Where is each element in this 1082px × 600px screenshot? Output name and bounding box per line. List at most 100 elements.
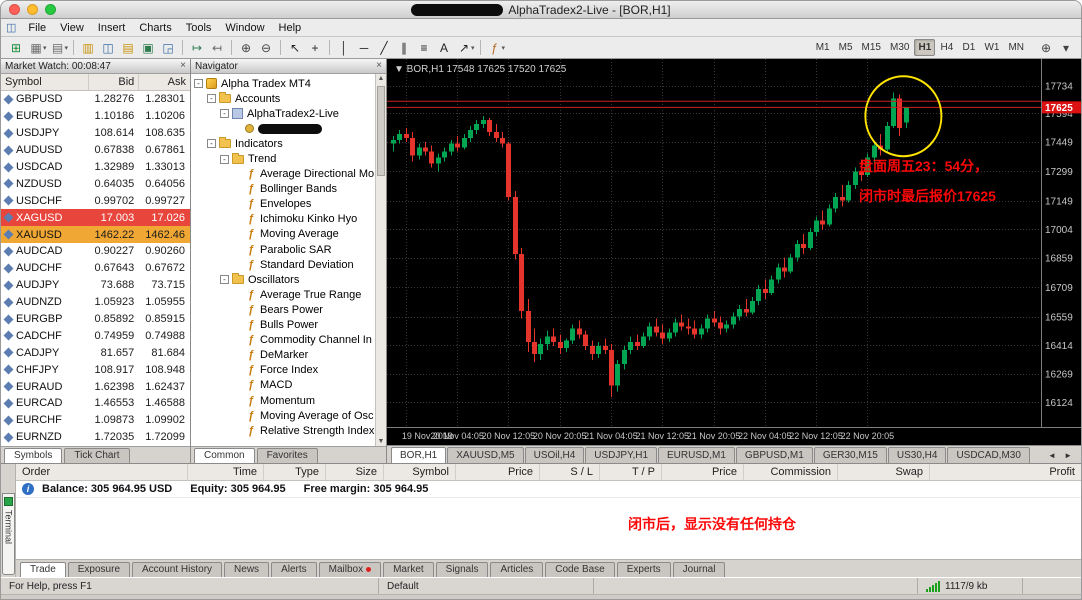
terminal-tab-trade[interactable]: Trade [20,562,66,577]
chart-tab-us30-h4[interactable]: US30,H4 [888,447,947,463]
equidistant-channel-icon[interactable]: ∥ [394,39,414,57]
zoom-in-icon[interactable]: ⊕ [236,39,256,57]
scroll-up-icon[interactable]: ▲ [376,75,386,82]
market-watch-tab-symbols[interactable]: Symbols [4,448,62,463]
zoom-out-icon[interactable]: ⊖ [256,39,276,57]
time-axis[interactable]: 19 Nov 201920 Nov 04:0520 Nov 12:0520 No… [402,431,894,441]
column-symbol[interactable]: Symbol [1,74,89,90]
navigator-icon[interactable]: ▤ [118,39,138,57]
navigator-tree-item[interactable]: -Alpha Tradex MT4 [191,76,386,91]
terminal-tab-journal[interactable]: Journal [673,562,726,577]
terminal-tab-signals[interactable]: Signals [436,562,489,577]
navigator-tree-item[interactable]: ƒRelative Strength Index [191,423,386,438]
terminal-tab-exposure[interactable]: Exposure [68,562,130,577]
market-watch-row[interactable]: AUDCHF0.676430.67672 [1,260,190,277]
navigator-tree-item[interactable]: -Trend [191,151,386,166]
chart-shift-icon[interactable]: ↤ [207,39,227,57]
navigator-tree-item[interactable]: ƒAverage Directional Mo [191,167,386,182]
menu-help[interactable]: Help [272,21,309,35]
market-watch-row[interactable]: USDCHF0.997020.99727 [1,192,190,209]
market-watch-row[interactable]: CADJPY81.65781.684 [1,344,190,361]
navigator-scrollbar[interactable]: ▲ ▼ [375,74,386,446]
terminal-column-size-3[interactable]: Size [326,464,384,480]
terminal-column-price-8[interactable]: Price [662,464,744,480]
terminal-column-symbol-4[interactable]: Symbol [384,464,456,480]
minimize-window-button[interactable] [27,4,38,15]
terminal-column-price-5[interactable]: Price [456,464,540,480]
terminal-tab-market[interactable]: Market [383,562,434,577]
navigator-header[interactable]: Navigator × [191,59,386,74]
terminal-column-commission-9[interactable]: Commission [744,464,838,480]
new-order-icon[interactable]: ⊞ [6,39,26,57]
navigator-tree-item[interactable]: ƒBollinger Bands [191,182,386,197]
market-watch-row[interactable]: CADCHF0.749590.74988 [1,327,190,344]
terminal-tab-articles[interactable]: Articles [490,562,543,577]
market-watch-row[interactable]: EURAUD1.623981.62437 [1,378,190,395]
timeframe-d1[interactable]: D1 [958,39,979,56]
market-watch-row[interactable]: XAGUSD17.00317.026 [1,209,190,226]
chart-tab-bor-h1[interactable]: BOR,H1 [391,447,446,463]
menu-window[interactable]: Window [218,21,271,35]
menu-file[interactable]: File [21,21,53,35]
terminal-column-t-p-7[interactable]: T / P [600,464,662,480]
chart-window-icon[interactable]: ◫ [6,21,16,34]
market-watch-row[interactable]: AUDCAD0.902270.90260 [1,243,190,260]
chart-tab-scroll-arrows[interactable]: ◄ ► [1048,451,1081,463]
navigator-tree-item[interactable]: ƒForce Index [191,363,386,378]
timeframe-h1[interactable]: H1 [914,39,935,56]
terminal-tab-mailbox[interactable]: Mailbox [319,562,381,577]
expand-toggle-icon[interactable]: - [207,139,216,148]
market-watch-row[interactable]: GBPUSD1.282761.28301 [1,91,190,108]
market-watch-tab-tick-chart[interactable]: Tick Chart [64,448,129,463]
timeframe-mn[interactable]: MN [1004,39,1028,56]
zoom-window-button[interactable] [45,4,56,15]
menu-tools[interactable]: Tools [179,21,219,35]
status-profile[interactable]: Default [379,578,594,594]
column-ask[interactable]: Ask [139,74,190,90]
strategy-tester-icon[interactable]: ◲ [158,39,178,57]
navigator-tree-item[interactable]: ƒParabolic SAR [191,242,386,257]
market-watch-row[interactable]: EURUSD1.101861.10206 [1,108,190,125]
crosshair-icon[interactable]: + [305,39,325,57]
price-chart[interactable]: 1773417594174491729917149170041685916709… [387,59,1082,445]
timeframe-h4[interactable]: H4 [936,39,957,56]
market-watch-row[interactable]: AUDJPY73.68873.715 [1,277,190,294]
market-watch-row[interactable]: EURCHF1.098731.09902 [1,412,190,429]
expand-toggle-icon[interactable]: - [207,94,216,103]
navigator-tree-item[interactable]: ƒMACD [191,378,386,393]
chart-tab-usdjpy-h1[interactable]: USDJPY,H1 [585,447,657,463]
navigator-tree-item[interactable]: -Oscillators [191,272,386,287]
dropdown-caret-icon[interactable]: ▾ [65,44,69,52]
timeframe-m30[interactable]: M30 [886,39,913,56]
dropdown-caret-icon[interactable]: ▾ [502,44,506,52]
expand-toggle-icon[interactable]: - [220,109,229,118]
chart-tab-eurusd-m1[interactable]: EURUSD,M1 [658,447,735,463]
timeframe-w1[interactable]: W1 [980,39,1003,56]
menu-insert[interactable]: Insert [91,21,133,35]
market-watch-row[interactable]: CHFJPY108.917108.948 [1,361,190,378]
market-watch-row[interactable]: XAUUSD1462.221462.46 [1,226,190,243]
timeframe-m5[interactable]: M5 [835,39,857,56]
chart-tab-xauusd-m5[interactable]: XAUUSD,M5 [447,447,523,463]
terminal-column-time-1[interactable]: Time [188,464,264,480]
navigator-tree-item[interactable] [191,121,386,136]
terminal-column-s-l-6[interactable]: S / L [540,464,600,480]
scroll-down-icon[interactable]: ▼ [376,438,386,445]
market-watch-row[interactable]: USDCAD1.329891.33013 [1,159,190,176]
navigator-tree-item[interactable]: ƒIchimoku Kinko Hyo [191,212,386,227]
auto-scroll-icon[interactable]: ↦ [187,39,207,57]
terminal-tab-news[interactable]: News [224,562,269,577]
menu-charts[interactable]: Charts [132,21,178,35]
navigator-tree-item[interactable]: ƒEnvelopes [191,197,386,212]
navigator-tree-item[interactable]: ƒMoving Average of Osc [191,408,386,423]
navigator-tree-item[interactable]: ƒBulls Power [191,318,386,333]
market-watch-header[interactable]: Market Watch: 00:08:47 × [1,59,190,74]
navigator-tree-item[interactable]: ƒCommodity Channel In [191,333,386,348]
market-watch-row[interactable]: AUDUSD0.678380.67861 [1,142,190,159]
market-watch-row[interactable]: NZDUSD0.640350.64056 [1,175,190,192]
expand-toggle-icon[interactable]: - [220,275,229,284]
navigator-tab-common[interactable]: Common [194,448,255,463]
market-watch-row[interactable]: EURNZD1.720351.72099 [1,429,190,446]
scrollbar-thumb[interactable] [377,86,385,176]
timeframe-m1[interactable]: M1 [812,39,834,56]
